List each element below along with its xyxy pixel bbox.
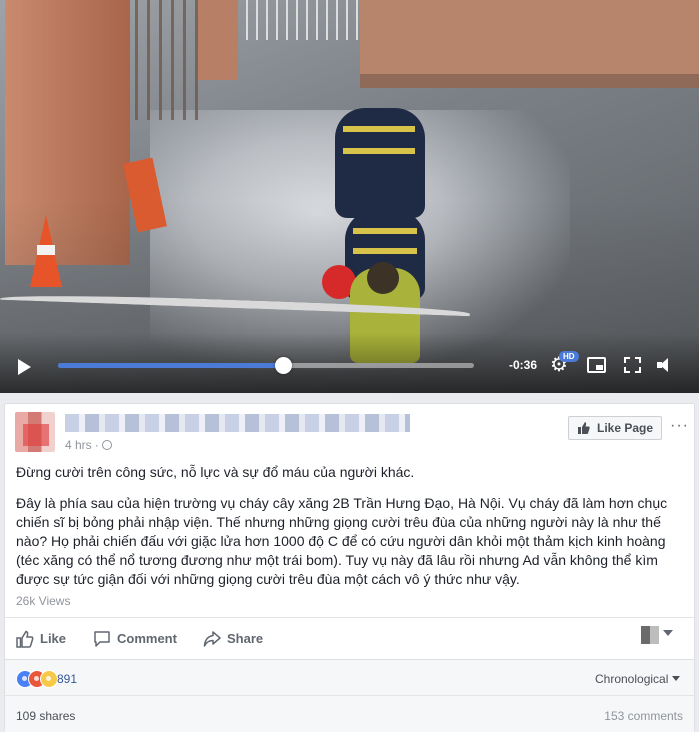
view-count: 26k Views [16, 594, 71, 608]
comment-bubble-icon [94, 631, 110, 647]
post-text: Đừng cười trên công sức, nỗ lực và sự đổ… [16, 463, 684, 601]
video-time-remaining: -0:36 [509, 358, 538, 372]
chevron-down-icon[interactable] [672, 676, 680, 681]
page-avatar[interactable] [15, 412, 55, 452]
post-paragraph: Đây là phía sau của hiện trường vụ cháy … [16, 495, 668, 587]
hd-badge: HD [559, 351, 579, 362]
more-options-icon[interactable]: ··· [670, 417, 689, 435]
share-arrow-icon [203, 631, 221, 647]
fullscreen-icon[interactable] [624, 357, 641, 373]
shares-bar: 109 shares 153 comments [5, 695, 694, 732]
post-paragraph: Đừng cười trên công sức, nỗ lực và sự đổ… [16, 464, 415, 480]
post-meta: 4 hrs · [65, 438, 112, 452]
share-count[interactable]: 109 shares [16, 709, 75, 723]
sad-reaction-icon [40, 670, 58, 688]
like-page-label: Like Page [597, 421, 654, 435]
like-page-button[interactable]: Like Page [568, 416, 663, 440]
thumbs-up-icon [16, 630, 34, 648]
post-card: 4 hrs · Like Page ··· Đừng cười trên công… [4, 403, 695, 732]
picture-in-picture-icon[interactable] [587, 357, 606, 373]
post-as-avatar[interactable] [641, 626, 659, 644]
volume-icon[interactable] [657, 358, 673, 372]
thumbs-up-icon [578, 422, 590, 434]
video-progress-fill [58, 363, 283, 368]
video-progress-bar[interactable] [58, 357, 474, 374]
globe-icon [101, 440, 112, 450]
comment-sort-dropdown[interactable]: Chronological [595, 672, 668, 686]
play-icon[interactable] [18, 359, 31, 375]
like-button[interactable]: Like [16, 629, 66, 649]
post-timestamp[interactable]: 4 hrs [65, 438, 92, 452]
chevron-down-icon[interactable] [663, 630, 673, 636]
comment-button[interactable]: Comment [93, 629, 177, 649]
comment-count[interactable]: 153 comments [604, 709, 683, 723]
video-scrubber-knob[interactable] [274, 357, 292, 374]
reaction-count[interactable]: 891 [57, 672, 77, 686]
video-player[interactable]: -0:36 ⚙ HD [0, 0, 699, 393]
share-button[interactable]: Share [203, 629, 263, 649]
reactions-bar: 891 Chronological [5, 659, 694, 695]
page-name-redacted[interactable] [65, 414, 410, 432]
post-actions: Like Comment Share [5, 617, 694, 659]
